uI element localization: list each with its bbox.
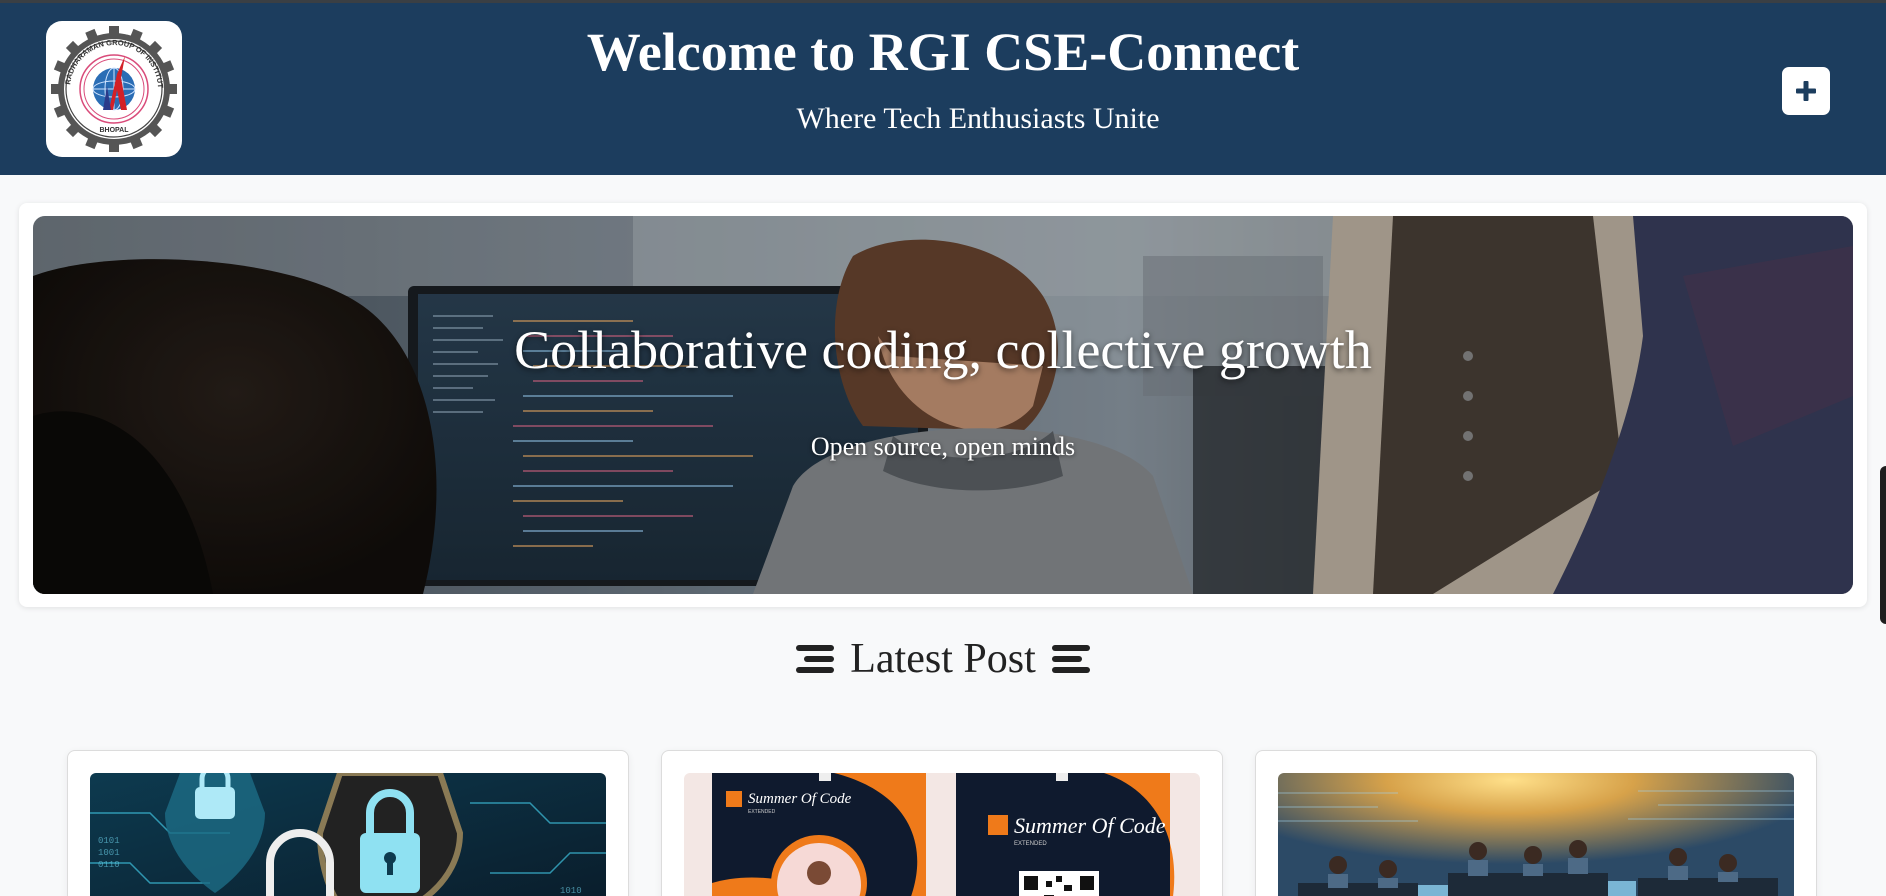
post-image[interactable] — [1278, 773, 1794, 896]
poster-tag-text: EXTENDED — [1014, 841, 1047, 847]
side-feedback-tab[interactable] — [1880, 466, 1886, 624]
svg-text:0101: 0101 — [98, 836, 120, 846]
poster-tag-text: EXTENDED — [748, 809, 776, 815]
post-card[interactable]: 0101 1001 0110 1010 0011 — [67, 750, 629, 896]
hero-banner: Collaborative coding, collective growth … — [19, 203, 1867, 607]
svg-text:1010: 1010 — [560, 886, 582, 896]
hero-subtitle: Open source, open minds — [810, 432, 1076, 461]
coding-team-photo — [33, 216, 1853, 594]
post-image[interactable]: Summer Of Code EXTENDED Summer Of Code E… — [684, 773, 1200, 896]
site-header: RADHARAMAN GROUP OF INSTITUTES BHOPAL We… — [0, 3, 1886, 175]
latest-post-heading: Latest Post — [0, 632, 1886, 686]
hero-title: Collaborative coding, collective growth — [514, 320, 1372, 380]
students-coding-classroom-image — [1278, 773, 1794, 896]
svg-text:0110: 0110 — [98, 860, 120, 870]
post-card[interactable]: Summer Of Code EXTENDED Summer Of Code E… — [661, 750, 1223, 896]
site-subtitle: Where Tech Enthusiasts Unite — [796, 102, 1160, 135]
post-image[interactable]: 0101 1001 0110 1010 0011 — [90, 773, 606, 896]
add-post-button[interactable] — [1782, 67, 1830, 115]
hero-image: Collaborative coding, collective growth … — [33, 216, 1853, 594]
svg-text:1001: 1001 — [98, 848, 120, 858]
bars-icon — [1051, 645, 1090, 673]
girlscript-summer-of-code-posters: Summer Of Code EXTENDED Summer Of Code E… — [684, 773, 1200, 896]
bars-icon — [796, 645, 835, 673]
plus-icon — [1796, 81, 1816, 101]
poster-brand-text: Summer Of Code — [1014, 813, 1166, 838]
latest-post-title: Latest Post — [850, 636, 1036, 682]
post-card[interactable] — [1255, 750, 1817, 896]
cybersecurity-padlock-image: 0101 1001 0110 1010 0011 — [90, 773, 606, 896]
poster-brand-text: Summer Of Code — [748, 791, 852, 807]
site-title: Welcome to RGI CSE-Connect — [586, 22, 1300, 82]
